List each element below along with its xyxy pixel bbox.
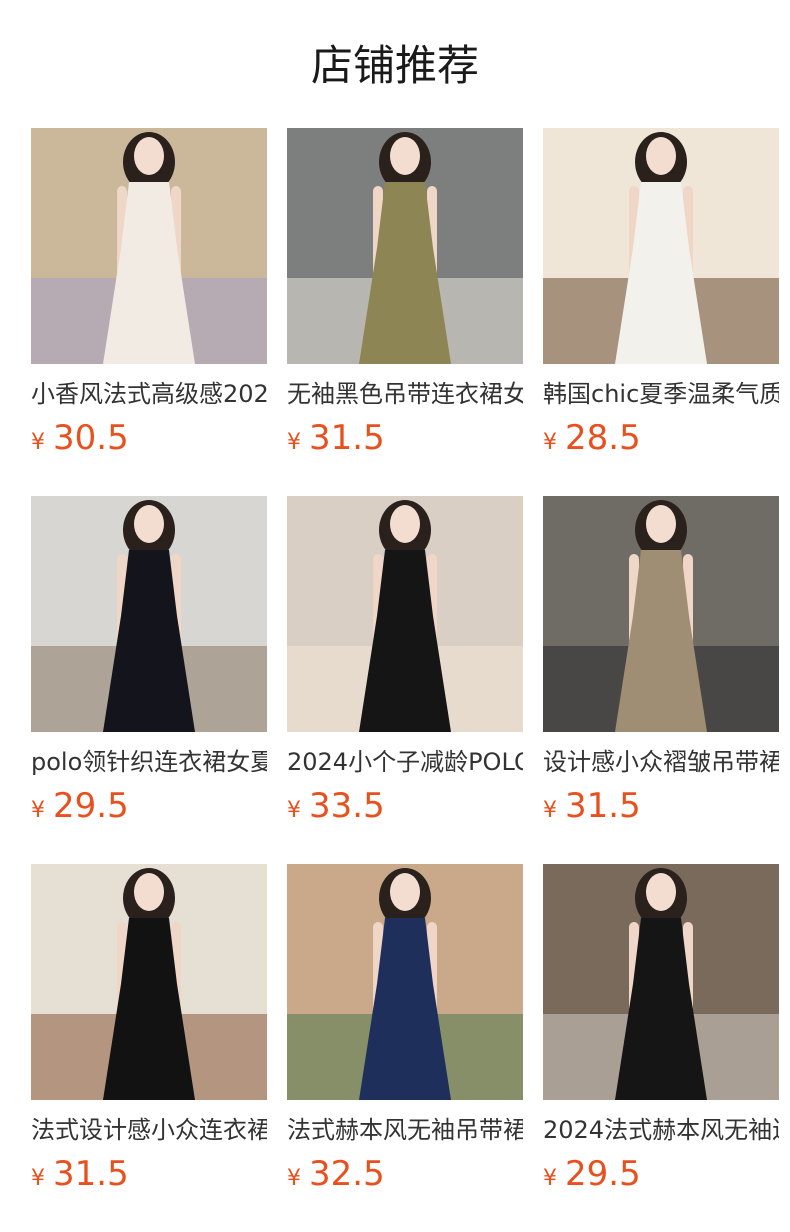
product-name: 无袖黑色吊带连衣裙女: [287, 380, 523, 408]
product-card[interactable]: 法式设计感小众连衣裙 ¥31.5: [31, 864, 267, 1232]
currency-symbol: ¥: [287, 798, 301, 823]
currency-symbol: ¥: [287, 430, 301, 455]
price-amount: 28.5: [565, 418, 641, 458]
product-price: ¥30.5: [31, 418, 267, 458]
product-image[interactable]: [31, 128, 267, 364]
product-name: 2024小个子减龄POLO: [287, 748, 523, 776]
photo-woman-olive-dress-street: [287, 128, 523, 364]
currency-symbol: ¥: [543, 1166, 557, 1191]
product-image[interactable]: [543, 864, 779, 1100]
product-name: 法式赫本风无袖吊带裙: [287, 1116, 523, 1144]
price-amount: 29.5: [53, 786, 129, 826]
product-card[interactable]: polo领针织连衣裙女夏 ¥29.5: [31, 496, 267, 864]
price-amount: 33.5: [309, 786, 385, 826]
product-card[interactable]: 小香风法式高级感2024 ¥30.5: [31, 128, 267, 496]
section-title: 店铺推荐: [310, 41, 479, 90]
product-image[interactable]: [31, 864, 267, 1100]
price-amount: 31.5: [53, 1154, 129, 1194]
product-price: ¥29.5: [31, 786, 267, 826]
price-amount: 30.5: [53, 418, 129, 458]
product-price: ¥32.5: [287, 1154, 523, 1194]
currency-symbol: ¥: [31, 430, 45, 455]
photo-woman-striped-dress-cafe: [543, 128, 779, 364]
product-name: polo领针织连衣裙女夏: [31, 748, 267, 776]
product-price: ¥28.5: [543, 418, 779, 458]
product-card[interactable]: 2024法式赫本风无袖连 ¥29.5: [543, 864, 779, 1232]
product-card[interactable]: 2024小个子减龄POLO ¥33.5: [287, 496, 523, 864]
product-price: ¥29.5: [543, 1154, 779, 1194]
currency-symbol: ¥: [543, 430, 557, 455]
photo-woman-khaki-dress-window: [543, 496, 779, 732]
product-card[interactable]: 韩国chic夏季温柔气质 ¥28.5: [543, 128, 779, 496]
product-price: ¥31.5: [287, 418, 523, 458]
product-image[interactable]: [287, 864, 523, 1100]
photo-woman-navy-dress-restaurant: [287, 864, 523, 1100]
price-amount: 31.5: [309, 418, 385, 458]
product-name: 小香风法式高级感2024: [31, 380, 267, 408]
currency-symbol: ¥: [31, 798, 45, 823]
photo-woman-cream-dress: [31, 128, 267, 364]
price-amount: 32.5: [309, 1154, 385, 1194]
product-card[interactable]: 设计感小众褶皱吊带裙 ¥31.5: [543, 496, 779, 864]
product-image[interactable]: [31, 496, 267, 732]
product-name: 法式设计感小众连衣裙: [31, 1116, 267, 1144]
product-card[interactable]: 无袖黑色吊带连衣裙女 ¥31.5: [287, 128, 523, 496]
product-price: ¥31.5: [31, 1154, 267, 1194]
photo-woman-striped-polo-dress-sofa: [287, 496, 523, 732]
currency-symbol: ¥: [287, 1166, 301, 1191]
price-amount: 31.5: [565, 786, 641, 826]
currency-symbol: ¥: [543, 798, 557, 823]
photo-woman-black-mermaid-dress-street: [543, 864, 779, 1100]
product-image[interactable]: [287, 496, 523, 732]
product-image[interactable]: [543, 496, 779, 732]
product-image[interactable]: [543, 128, 779, 364]
product-image[interactable]: [287, 128, 523, 364]
price-amount: 29.5: [565, 1154, 641, 1194]
product-price: ¥33.5: [287, 786, 523, 826]
product-card[interactable]: 法式赫本风无袖吊带裙 ¥32.5: [287, 864, 523, 1232]
photo-woman-black-dress-cafe: [31, 864, 267, 1100]
product-name: 韩国chic夏季温柔气质: [543, 380, 779, 408]
photo-woman-black-polo-dress-door: [31, 496, 267, 732]
currency-symbol: ¥: [31, 1166, 45, 1191]
product-name: 设计感小众褶皱吊带裙: [543, 748, 779, 776]
product-grid: 小香风法式高级感2024 ¥30.5 无袖黑色吊带连衣裙女 ¥31.5 韩国ch…: [31, 128, 779, 1232]
product-price: ¥31.5: [543, 786, 779, 826]
product-name: 2024法式赫本风无袖连: [543, 1116, 779, 1144]
